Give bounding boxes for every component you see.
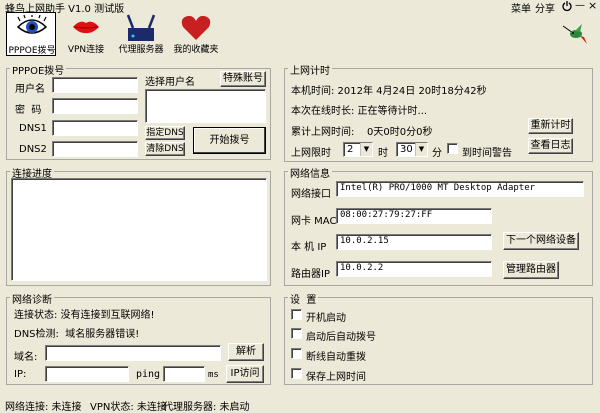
ping-label: ping — [136, 369, 161, 380]
domain-field[interactable] — [45, 345, 221, 361]
select-user-label: 选择用户名 — [145, 77, 195, 88]
proxy-status: 代理服务器: 未启动 — [163, 402, 250, 413]
special-account-button[interactable]: 特殊账号 — [220, 71, 266, 87]
favorites-tab-label: 我的收藏夹 — [173, 45, 219, 55]
hour-unit-label: 时 — [378, 148, 388, 159]
autostart-label: 开机启动 — [306, 313, 346, 324]
save-time-checkbox[interactable] — [291, 368, 302, 379]
ip-field[interactable] — [45, 366, 129, 382]
total-time-label: 累计上网时间: — [291, 127, 355, 138]
chevron-down-icon: ▼ — [415, 143, 427, 156]
minimize-icon[interactable]: — — [575, 0, 585, 12]
vpn-status: VPN状态: 未连接 — [90, 402, 167, 413]
mac-field: 08:00:27:79:27:FF — [336, 208, 492, 224]
pppoe-group-title: PPPOE拨号 — [10, 62, 67, 77]
close-icon[interactable]: × — [588, 0, 598, 12]
heart-icon — [180, 14, 212, 42]
specify-dns-button[interactable]: 指定DNS — [145, 126, 185, 140]
autodial-checkbox[interactable] — [291, 328, 302, 339]
interface-field: Intel(R) PRO/1000 MT Desktop Adapter — [336, 181, 584, 197]
timer-group-title: 上网计时 — [288, 62, 332, 77]
mac-label: 网卡 MAC — [291, 216, 337, 227]
interface-label: 网络接口 — [291, 189, 331, 200]
hours-value: 2 — [347, 144, 354, 155]
netinfo-group-title: 网络信息 — [288, 165, 332, 180]
ip-label: IP: — [14, 369, 27, 380]
network-status: 网络连接: 未连接 — [5, 402, 82, 413]
diag-group-title: 网络诊断 — [10, 291, 54, 306]
dial-button[interactable]: 开始拨号 — [193, 127, 266, 154]
menu-button[interactable]: 菜单 — [511, 0, 531, 15]
save-time-label: 保存上网时间 — [306, 372, 366, 383]
clear-dns-button[interactable]: 清除DNS — [145, 142, 185, 156]
router-ip-field: 10.0.2.2 — [336, 261, 492, 277]
dns1-field[interactable] — [52, 120, 138, 136]
settings-group-title: 设 置 — [288, 291, 319, 306]
chevron-down-icon: ▼ — [360, 143, 372, 156]
status-bar: 网络连接: 未连接 VPN状态: 未连接 代理服务器: 未启动 — [0, 396, 600, 413]
lips-icon — [70, 14, 102, 42]
auto-redial-label: 断线自动重拨 — [306, 352, 366, 363]
manage-router-button[interactable]: 管理路由器 — [503, 261, 559, 279]
dns2-field[interactable] — [52, 141, 138, 157]
power-icon[interactable] — [562, 0, 572, 12]
minutes-select[interactable]: 30 ▼ — [396, 142, 428, 157]
dns-status-text: DNS检测: 域名服务器错误! — [14, 329, 140, 340]
minute-unit-label: 分 — [432, 148, 442, 159]
ms-label: ms — [208, 370, 219, 380]
time-alarm-label: 到时间警告 — [462, 148, 512, 159]
connection-status-text: 连接状态: 没有连接到互联网络! — [14, 310, 155, 321]
view-log-button[interactable]: 查看日志 — [528, 138, 573, 154]
share-button[interactable]: 分享 — [535, 0, 555, 15]
username-label: 用户名 — [15, 84, 45, 95]
hummingbird-logo — [562, 24, 588, 46]
eye-icon — [16, 14, 48, 43]
vpn-tab[interactable]: VPN连接 — [61, 12, 111, 56]
password-field[interactable] — [52, 98, 138, 114]
domain-label: 域名: — [14, 352, 38, 363]
local-ip-label: 本 机 IP — [291, 242, 327, 253]
ip-visit-button[interactable]: IP访问 — [226, 365, 264, 383]
hours-select[interactable]: 2 ▼ — [343, 142, 373, 157]
total-time-value: 0天0时0分0秒 — [367, 127, 433, 138]
ping-field[interactable] — [163, 366, 205, 382]
resolve-button[interactable]: 解析 — [228, 343, 264, 361]
local-time-text: 本机时间: 2012年 4月24日 20时18分42秒 — [291, 86, 487, 97]
time-limit-label: 上网限时 — [291, 148, 331, 159]
local-ip-field: 10.0.2.15 — [336, 234, 492, 250]
time-alarm-checkbox[interactable] — [447, 143, 458, 154]
minutes-value: 30 — [400, 144, 413, 155]
progress-log — [11, 178, 267, 281]
next-device-button[interactable]: 下一个网络设备 — [503, 232, 579, 250]
proxy-tab[interactable]: 代理服务器 — [116, 12, 166, 56]
dns2-label: DNS2 — [19, 144, 47, 155]
reset-timer-button[interactable]: 重新计时 — [528, 118, 573, 134]
user-list[interactable] — [145, 89, 266, 123]
dns1-label: DNS1 — [19, 123, 47, 134]
username-field[interactable] — [52, 77, 138, 93]
autostart-checkbox[interactable] — [291, 309, 302, 320]
favorites-tab[interactable]: 我的收藏夹 — [171, 12, 221, 56]
pppoe-tab[interactable]: PPPOE拨号 — [6, 12, 56, 56]
router-ip-label: 路由器IP — [291, 269, 330, 280]
proxy-icon — [125, 14, 157, 42]
password-label: 密 码 — [15, 105, 42, 116]
online-duration-text: 本次在线时长: 正在等待计时... — [291, 106, 428, 117]
auto-redial-checkbox[interactable] — [291, 348, 302, 359]
autodial-label: 启动后自动拨号 — [306, 332, 376, 343]
